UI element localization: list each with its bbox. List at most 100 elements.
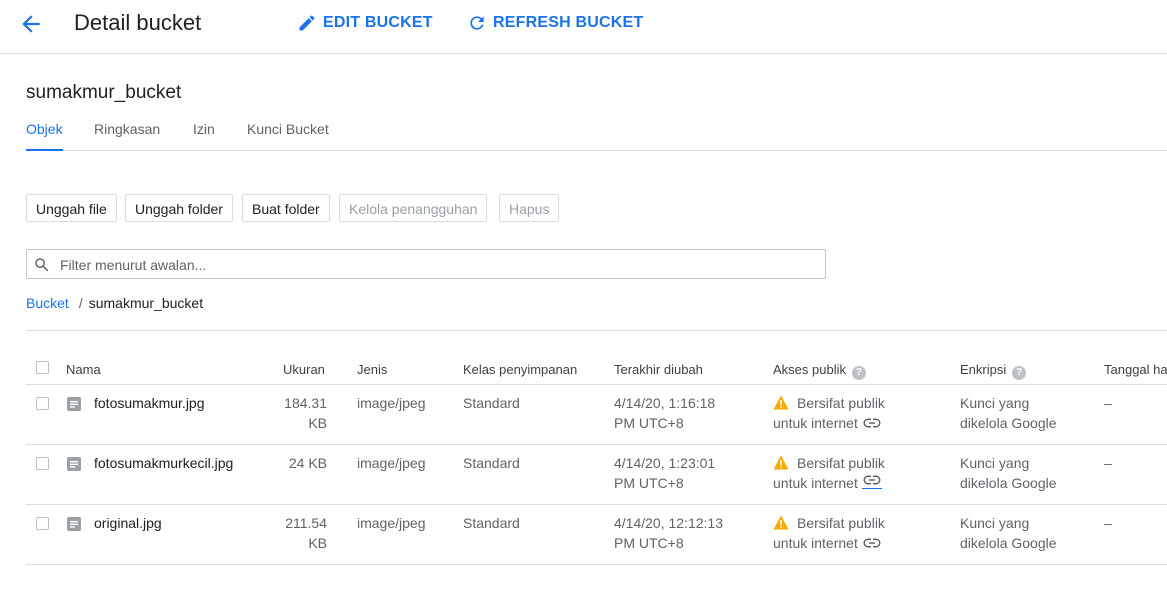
- date-value: –: [1104, 455, 1112, 471]
- file-size-unit: KB: [308, 415, 327, 431]
- modified-date: 4/14/20, 1:23:01: [614, 455, 716, 471]
- edit-bucket-button[interactable]: EDIT BUCKET: [297, 13, 433, 33]
- breadcrumb: Bucket / sumakmur_bucket: [26, 295, 203, 311]
- edit-bucket-label: EDIT BUCKET: [323, 14, 433, 31]
- public-access-status: Bersifat publik: [797, 515, 885, 531]
- bucket-name: sumakmur_bucket: [26, 82, 182, 103]
- encryption: Kunci yang dikelola Google: [960, 453, 1057, 493]
- table-row: original.jpg 211.54 KB image/jpeg Standar…: [26, 505, 1167, 565]
- table-header: Nama Ukuran Jenis Kelas penyimpanan Tera…: [26, 355, 1167, 385]
- public-access: Bersifat publik untuk internet: [773, 453, 885, 493]
- header-name[interactable]: Nama: [66, 362, 101, 377]
- public-access-scope: untuk internet: [773, 415, 858, 431]
- encryption: Kunci yang dikelola Google: [960, 513, 1057, 553]
- top-bar: Detail bucket EDIT BUCKET REFRESH BUCKET: [0, 0, 1167, 54]
- file-icon: [67, 457, 81, 471]
- help-icon[interactable]: ?: [851, 366, 866, 380]
- create-folder-button[interactable]: Buat folder: [242, 194, 330, 222]
- tab-izin[interactable]: Izin: [193, 119, 215, 149]
- file-size-value: 184.31: [284, 395, 327, 411]
- header-type[interactable]: Jenis: [357, 362, 387, 377]
- refresh-bucket-button[interactable]: REFRESH BUCKET: [467, 13, 643, 33]
- link-icon[interactable]: [861, 474, 882, 489]
- encryption-line2: dikelola Google: [960, 475, 1057, 491]
- file-size-value: 24 KB: [288, 455, 327, 471]
- help-icon[interactable]: ?: [1012, 366, 1027, 380]
- header-last-modified[interactable]: Terakhir diubah: [614, 362, 703, 377]
- refresh-icon: [470, 16, 484, 30]
- row-checkbox[interactable]: [36, 517, 49, 530]
- header-encryption: Enkripsi?: [960, 362, 1027, 380]
- file-icon: [67, 517, 81, 531]
- last-modified: 4/14/20, 12:12:13 PM UTC+8: [614, 513, 723, 553]
- divider: [26, 330, 1167, 331]
- encryption-line1: Kunci yang: [960, 455, 1030, 471]
- pencil-icon: [299, 15, 315, 31]
- modified-date: 4/14/20, 12:12:13: [614, 515, 723, 531]
- public-access-scope: untuk internet: [773, 475, 858, 491]
- objects-table: Nama Ukuran Jenis Kelas penyimpanan Tera…: [26, 355, 1167, 565]
- last-modified: 4/14/20, 1:16:18 PM UTC+8: [614, 393, 715, 433]
- tab-ringkasan[interactable]: Ringkasan: [94, 119, 160, 149]
- file-name-link[interactable]: original.jpg: [94, 513, 162, 533]
- header-size[interactable]: Ukuran: [283, 362, 325, 377]
- search-icon: [35, 258, 49, 272]
- file-type: image/jpeg: [357, 395, 426, 411]
- encryption-line1: Kunci yang: [960, 395, 1030, 411]
- file-size: 24 KB: [267, 453, 327, 473]
- file-type: image/jpeg: [357, 515, 426, 531]
- filter-input[interactable]: [58, 254, 822, 276]
- breadcrumb-current: sumakmur_bucket: [88, 295, 204, 311]
- row-checkbox[interactable]: [36, 457, 49, 470]
- header-storage-class[interactable]: Kelas penyimpanan: [463, 362, 577, 377]
- public-access: Bersifat publik untuk internet: [773, 393, 885, 433]
- encryption-line2: dikelola Google: [960, 415, 1057, 431]
- tab-kunci-bucket[interactable]: Kunci Bucket: [247, 119, 329, 149]
- table-row: fotosumakmur.jpg 184.31 KB image/jpeg Sta…: [26, 385, 1167, 445]
- date-value: –: [1104, 395, 1112, 411]
- file-name-link[interactable]: fotosumakmur.jpg: [94, 393, 205, 413]
- link-icon[interactable]: [862, 537, 882, 549]
- encryption: Kunci yang dikelola Google: [960, 393, 1057, 433]
- public-access-scope: untuk internet: [773, 535, 858, 551]
- file-name-link[interactable]: fotosumakmurkecil.jpg: [94, 453, 233, 473]
- file-size: 211.54 KB: [267, 513, 327, 553]
- header-encryption-label[interactable]: Enkripsi: [960, 362, 1006, 377]
- breadcrumb-bucket-link[interactable]: Bucket: [26, 295, 69, 311]
- upload-folder-button[interactable]: Unggah folder: [125, 194, 233, 222]
- encryption-line1: Kunci yang: [960, 515, 1030, 531]
- modified-time: PM UTC+8: [614, 475, 684, 491]
- tab-bar: Objek Ringkasan Izin Kunci Bucket: [26, 119, 1167, 151]
- breadcrumb-separator: /: [78, 295, 83, 311]
- refresh-bucket-label: REFRESH BUCKET: [493, 14, 644, 31]
- last-modified: 4/14/20, 1:23:01 PM UTC+8: [614, 453, 715, 493]
- page-title: Detail bucket: [74, 10, 202, 35]
- modified-time: PM UTC+8: [614, 415, 684, 431]
- manage-holds-button[interactable]: Kelola penangguhan: [339, 194, 488, 222]
- tab-objek[interactable]: Objek: [26, 119, 63, 151]
- file-size: 184.31 KB: [267, 393, 327, 433]
- row-checkbox[interactable]: [36, 397, 49, 410]
- storage-class: Standard: [463, 455, 520, 471]
- modified-date: 4/14/20, 1:16:18: [614, 395, 716, 411]
- select-all-checkbox[interactable]: [36, 361, 49, 374]
- filter-box: [26, 249, 826, 279]
- header-date[interactable]: Tanggal ha: [1104, 362, 1167, 377]
- table-row: fotosumakmurkecil.jpg 24 KB image/jpeg S…: [26, 445, 1167, 505]
- storage-class: Standard: [463, 395, 520, 411]
- delete-button[interactable]: Hapus: [499, 194, 560, 222]
- date-value: –: [1104, 515, 1112, 531]
- encryption-line2: dikelola Google: [960, 535, 1057, 551]
- public-access-status: Bersifat publik: [797, 395, 885, 411]
- arrow-back-icon[interactable]: [18, 11, 44, 37]
- public-access-status: Bersifat publik: [797, 455, 885, 471]
- file-size-value: 211.54: [285, 515, 327, 531]
- storage-class: Standard: [463, 515, 520, 531]
- header-public-access-label[interactable]: Akses publik: [773, 362, 846, 377]
- link-icon[interactable]: [862, 417, 882, 429]
- warning-icon: [773, 395, 789, 410]
- warning-icon: [773, 515, 789, 530]
- file-icon: [67, 397, 81, 411]
- file-size-unit: KB: [308, 535, 327, 551]
- upload-file-button[interactable]: Unggah file: [26, 194, 117, 222]
